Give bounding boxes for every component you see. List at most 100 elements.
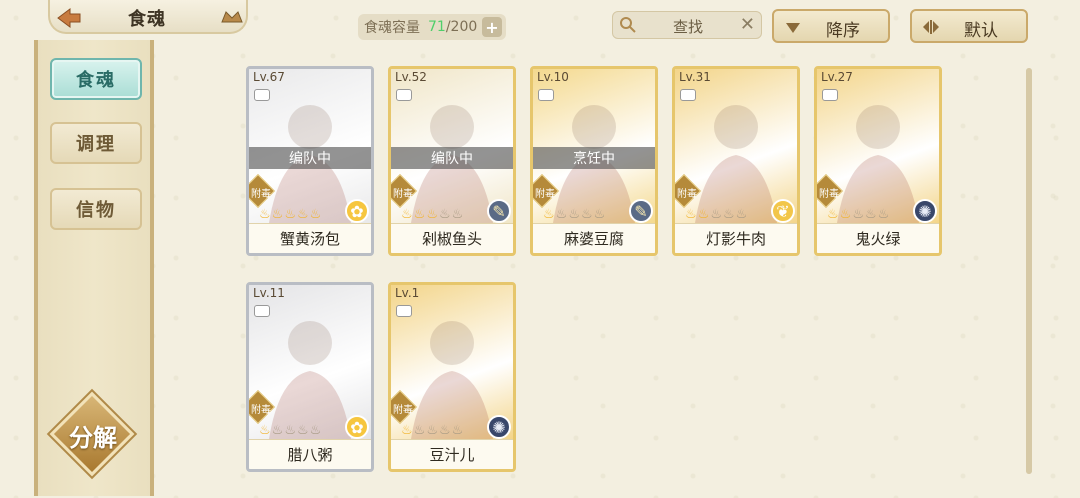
food-soul-card[interactable]: Lv.10 烹饪中 附毒 ♨ ♨ ♨ ♨ ♨ ✎ 麻婆豆腐	[530, 66, 658, 256]
star-icon: ♨	[864, 207, 877, 222]
food-soul-name: 蟹黄汤包	[249, 223, 371, 253]
capacity-current: 71	[428, 19, 446, 35]
chat-bubble-icon	[396, 89, 412, 101]
star-icon: ♨	[271, 207, 284, 222]
chat-bubble-icon	[254, 305, 270, 317]
star-rating: ♨ ♨ ♨ ♨ ♨	[259, 207, 321, 222]
capacity-max: /200	[445, 19, 478, 35]
chat-bubble-icon	[680, 89, 696, 101]
star-icon: ♨	[309, 207, 322, 222]
star-icon: ♨	[697, 207, 710, 222]
food-soul-name: 灯影牛肉	[675, 223, 797, 253]
food-soul-name: 剁椒鱼头	[391, 223, 513, 253]
clear-search-button[interactable]: ✕	[740, 14, 755, 35]
expand-capacity-button[interactable]: +	[482, 17, 502, 37]
star-icon: ♨	[426, 207, 438, 222]
chat-bubble-icon	[538, 89, 554, 101]
decompose-button[interactable]: 分解	[49, 391, 136, 482]
star-icon: ♨	[259, 423, 271, 438]
capacity-indicator: 食魂容量 71 /200 +	[358, 14, 506, 40]
attribute-tag-label: 附毒	[251, 189, 271, 200]
star-rating: ♨ ♨ ♨ ♨ ♨	[401, 207, 463, 222]
capacity-label: 食魂容量	[364, 20, 420, 36]
star-rating: ♨ ♨ ♨ ♨ ♨	[259, 423, 321, 438]
food-soul-card[interactable]: Lv.11 附毒 ♨ ♨ ♨ ♨ ♨ ✿ 腊八粥	[246, 282, 374, 472]
decompose-label: 分解	[69, 424, 117, 452]
star-icon: ♨	[284, 423, 296, 438]
filter-switch-icon	[920, 16, 942, 38]
page-title: 食魂	[128, 9, 166, 30]
status-badge: 编队中	[391, 147, 513, 169]
star-icon: ♨	[685, 207, 697, 222]
quill-emblem-icon: ✎	[487, 199, 511, 223]
star-icon: ♨	[555, 207, 568, 222]
attribute-tag-label: 附毒	[393, 189, 413, 200]
star-rating: ♨ ♨ ♨ ♨ ♨	[685, 207, 747, 222]
scrollbar[interactable]	[1026, 68, 1032, 474]
back-arrow-icon	[57, 8, 81, 28]
star-icon: ♨	[271, 423, 284, 438]
chat-bubble-icon	[396, 305, 412, 317]
chat-bubble-icon	[822, 89, 838, 101]
back-button[interactable]	[48, 2, 88, 34]
star-icon: ♨	[852, 207, 864, 222]
star-icon: ♨	[877, 207, 890, 222]
gear-emblem-icon: ✺	[913, 199, 937, 223]
food-soul-card[interactable]: Lv.31 附毒 ♨ ♨ ♨ ♨ ♨ ❦ 灯影牛肉	[672, 66, 800, 256]
star-icon: ♨	[401, 207, 413, 222]
food-soul-card[interactable]: Lv.27 附毒 ♨ ♨ ♨ ♨ ♨ ✺ 鬼火绿	[814, 66, 942, 256]
level-label: Lv.11	[253, 286, 285, 300]
default-label: 默认	[964, 21, 998, 41]
star-icon: ♨	[451, 423, 464, 438]
crown-ornament-icon	[218, 4, 246, 28]
star-icon: ♨	[296, 207, 309, 222]
sort-label: 降序	[826, 21, 860, 41]
star-icon: ♨	[580, 207, 593, 222]
chat-bubble-icon	[254, 89, 270, 101]
star-icon: ♨	[710, 207, 722, 222]
star-icon: ♨	[309, 423, 322, 438]
food-soul-name: 腊八粥	[249, 439, 371, 469]
status-badge: 编队中	[249, 147, 371, 169]
sort-order-button[interactable]: 降序	[772, 9, 890, 43]
star-icon: ♨	[284, 207, 296, 222]
star-icon: ♨	[827, 207, 839, 222]
star-icon: ♨	[735, 207, 748, 222]
level-label: Lv.10	[537, 70, 569, 84]
leaf-emblem-icon: ❦	[771, 199, 795, 223]
search-input[interactable]: 查找 ✕	[612, 11, 762, 39]
default-filter-button[interactable]: 默认	[910, 9, 1028, 43]
search-label: 查找	[673, 18, 704, 36]
tab-tokens[interactable]: 信物	[50, 188, 142, 230]
star-icon: ♨	[438, 423, 451, 438]
star-rating: ♨ ♨ ♨ ♨ ♨	[543, 207, 605, 222]
level-label: Lv.1	[395, 286, 420, 300]
star-icon: ♨	[543, 207, 555, 222]
star-icon: ♨	[401, 423, 413, 438]
level-label: Lv.67	[253, 70, 285, 84]
star-icon: ♨	[722, 207, 735, 222]
flower-emblem-icon: ✿	[345, 415, 369, 439]
attribute-tag-label: 附毒	[819, 189, 839, 200]
tab-seasoning[interactable]: 调理	[50, 122, 142, 164]
star-icon: ♨	[296, 423, 309, 438]
level-label: Lv.27	[821, 70, 853, 84]
food-soul-card[interactable]: Lv.1 附毒 ♨ ♨ ♨ ♨ ♨ ✺ 豆汁儿	[388, 282, 516, 472]
star-icon: ♨	[413, 423, 426, 438]
attribute-tag-label: 附毒	[677, 189, 697, 200]
star-rating: ♨ ♨ ♨ ♨ ♨	[827, 207, 889, 222]
attribute-tag-label: 附毒	[393, 405, 413, 416]
attribute-tag-label: 附毒	[251, 405, 271, 416]
food-soul-card[interactable]: Lv.52 编队中附毒 ♨ ♨ ♨ ♨ ♨ ✎ 剁椒鱼头	[388, 66, 516, 256]
food-soul-card[interactable]: Lv.67 编队中 附毒 ♨ ♨ ♨ ♨ ♨ ✿ 蟹黄汤包	[246, 66, 374, 256]
star-rating: ♨ ♨ ♨ ♨ ♨	[401, 423, 463, 438]
level-label: Lv.52	[395, 70, 427, 84]
tab-food-souls[interactable]: 食魂	[50, 58, 142, 100]
search-icon	[619, 16, 637, 38]
attribute-tag-label: 附毒	[535, 189, 555, 200]
scrollbar-thumb[interactable]	[1026, 68, 1032, 474]
star-icon: ♨	[259, 207, 271, 222]
star-icon: ♨	[438, 207, 451, 222]
flower-emblem-icon: ✿	[345, 199, 369, 223]
sort-arrow-icon	[782, 16, 804, 38]
